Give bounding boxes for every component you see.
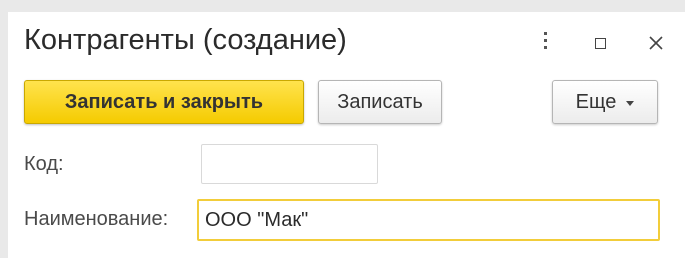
code-label: Код: (24, 153, 64, 175)
kebab-dot-icon (544, 39, 547, 42)
name-label: Наименование: (24, 208, 169, 230)
save-button[interactable]: Записать (318, 80, 442, 124)
window-controls (532, 30, 672, 58)
more-menu-button[interactable]: Еще (552, 80, 658, 124)
kebab-dot-icon (544, 32, 547, 35)
maximize-icon (595, 38, 606, 49)
window-left-edge (0, 0, 8, 258)
save-label: Записать (337, 90, 423, 113)
window-title: Контрагенты (создание) (24, 24, 347, 56)
close-button[interactable] (642, 30, 670, 58)
close-icon (649, 36, 663, 50)
name-input[interactable] (197, 199, 660, 241)
maximize-button[interactable] (587, 30, 615, 58)
window-top-edge (0, 0, 685, 12)
more-label: Еще (575, 90, 617, 113)
caret-down-icon (626, 100, 635, 106)
kebab-dot-icon (544, 46, 547, 49)
save-and-close-label: Записать и закрыть (64, 90, 264, 113)
save-and-close-button[interactable]: Записать и закрыть (24, 80, 304, 124)
form-window: Контрагенты (создание) Записать и закрыт… (0, 0, 685, 258)
more-actions-button[interactable] (532, 30, 560, 58)
code-input[interactable] (201, 144, 378, 184)
